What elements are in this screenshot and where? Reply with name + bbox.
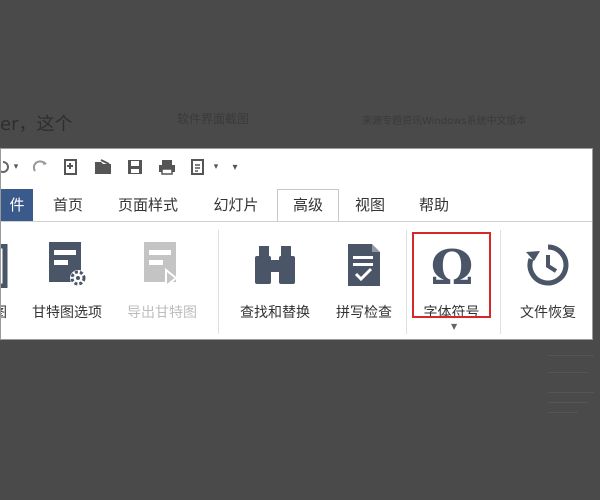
save-icon[interactable]	[125, 157, 145, 177]
open-icon[interactable]	[93, 157, 113, 177]
background-caption-mid: 软件界面截图	[177, 112, 250, 126]
redo-icon[interactable]	[31, 157, 51, 177]
file-recovery-button[interactable]: 文件恢复	[509, 232, 587, 332]
preview-dropdown-icon[interactable]: ▾	[211, 157, 221, 177]
app-window-screenshot: ▾ ▾ ▾ 件 首页 页面样式 幻灯片 高级 视图 帮助 甘特图选项 导出甘特图…	[0, 148, 593, 340]
background-line	[548, 355, 594, 356]
background-caption-right: 来源专题资讯Windows系统中文版本	[362, 116, 527, 127]
print-icon[interactable]	[157, 157, 177, 177]
background-caption-left: er，这个	[0, 114, 73, 135]
tab-home[interactable]: 首页	[41, 189, 95, 221]
gantt-chart-icon	[1, 238, 15, 288]
preview-icon[interactable]	[189, 157, 207, 177]
customize-icon[interactable]: ▾	[229, 157, 241, 177]
find-replace-button[interactable]: 查找和替换	[231, 232, 319, 332]
ribbon-tab-bar: 件 首页 页面样式 幻灯片 高级 视图 帮助	[1, 189, 592, 222]
font-symbol-dropdown-icon[interactable]: ▼	[451, 322, 457, 331]
export-gantt-label: 导出甘特图	[127, 305, 197, 321]
undo-dropdown-icon[interactable]: ▾	[11, 157, 21, 177]
partial-left-button[interactable]: 图	[1, 232, 15, 332]
gantt-options-label: 甘特图选项	[32, 305, 102, 321]
background-line	[548, 392, 594, 393]
partial-left-label: 图	[1, 302, 7, 322]
tab-help[interactable]: 帮助	[407, 189, 461, 221]
gantt-options-button[interactable]: 甘特图选项	[27, 232, 107, 332]
tab-slides[interactable]: 幻灯片	[201, 189, 271, 221]
find-replace-label: 查找和替换	[240, 305, 310, 321]
ribbon-group-separator	[406, 230, 407, 334]
quick-access-toolbar: ▾ ▾ ▾	[1, 149, 592, 187]
ribbon-group-separator	[218, 230, 219, 334]
background-line	[548, 412, 578, 413]
history-clock-icon	[525, 238, 571, 288]
undo-icon[interactable]	[1, 157, 11, 177]
binoculars-icon	[253, 238, 297, 288]
spell-check-label: 拼写检查	[336, 305, 392, 321]
gantt-options-icon	[45, 238, 89, 288]
background-line	[548, 372, 588, 373]
export-gantt-button[interactable]: 导出甘特图	[119, 232, 205, 332]
tab-file[interactable]: 件	[1, 189, 33, 221]
background-line	[548, 402, 588, 403]
tab-advanced[interactable]: 高级	[277, 189, 339, 222]
spell-check-button[interactable]: 拼写检查	[327, 232, 401, 332]
spell-check-icon	[344, 238, 384, 288]
export-gantt-icon	[140, 238, 184, 288]
new-icon[interactable]	[61, 157, 81, 177]
tab-page-style[interactable]: 页面样式	[105, 189, 191, 221]
tab-view[interactable]: 视图	[345, 189, 395, 221]
file-recovery-label: 文件恢复	[520, 305, 576, 321]
ribbon-panel: 图 甘特图选项	[1, 222, 592, 339]
highlight-box	[412, 232, 491, 318]
ribbon-group-separator	[500, 230, 501, 334]
